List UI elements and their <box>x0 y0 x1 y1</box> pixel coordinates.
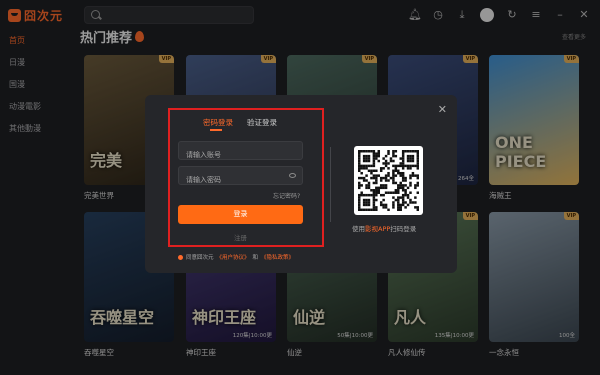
account-input[interactable] <box>179 146 302 164</box>
agree-prefix: 同意囧次元 <box>186 255 214 261</box>
password-field[interactable] <box>178 166 303 189</box>
agreement-row: 同意囧次元 《用户协议》 和 《隐私政策》 <box>178 253 294 261</box>
close-icon[interactable]: ✕ <box>438 103 447 116</box>
qr-code <box>354 146 423 215</box>
divider <box>330 147 331 222</box>
login-modal: ✕ 密码登录 验证登录 忘记密码? 登录 注册 同意囧次元 《用户协议》 和 《… <box>145 95 457 273</box>
tab-password-login[interactable]: 密码登录 <box>203 117 233 128</box>
app-window: 囧次元 🔔︎ ◷ ⤓ ↻ ≡ – ✕ 首页 日漫 国漫 动漫電影 其他動漫 热门… <box>0 0 600 375</box>
user-agreement-link[interactable]: 《用户协议》 <box>217 253 250 261</box>
tab-code-login[interactable]: 验证登录 <box>247 117 277 128</box>
qr-app-name: 影视APP <box>365 225 391 233</box>
password-input[interactable] <box>179 171 302 189</box>
privacy-policy-link[interactable]: 《隐私政策》 <box>261 253 294 261</box>
login-button[interactable]: 登录 <box>178 205 303 224</box>
login-tabs: 密码登录 验证登录 <box>203 117 277 128</box>
account-field[interactable] <box>178 141 303 164</box>
qr-instructions: 使用影视APP扫码登录 <box>352 223 416 233</box>
active-tab-indicator <box>210 129 222 131</box>
agree-checkbox[interactable] <box>178 254 183 260</box>
qr-prefix: 使用 <box>352 225 365 233</box>
eye-icon[interactable] <box>289 173 296 178</box>
agree-and: 和 <box>252 255 259 261</box>
qr-code-image <box>358 150 420 212</box>
qr-suffix: 扫码登录 <box>390 225 417 233</box>
register-link[interactable]: 注册 <box>234 232 247 242</box>
forgot-password-link[interactable]: 忘记密码? <box>273 191 300 200</box>
